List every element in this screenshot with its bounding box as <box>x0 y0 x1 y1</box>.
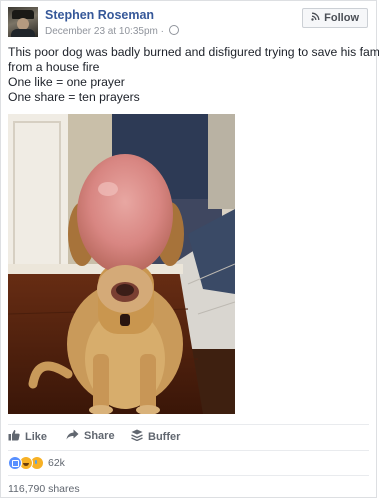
post-meta: December 23 at 10:35pm · <box>45 25 179 37</box>
buffer-stack-icon <box>131 429 143 444</box>
reaction-count: 62k <box>48 457 65 469</box>
like-button[interactable]: Like <box>8 429 47 444</box>
avatar[interactable] <box>8 7 38 37</box>
action-bar: Like Share Buffer <box>8 429 368 445</box>
like-label: Like <box>25 430 48 443</box>
share-button[interactable]: Share <box>66 429 115 443</box>
reactions-summary[interactable]: 62k <box>8 456 65 470</box>
share-label: Share <box>84 430 115 442</box>
post-text-line: One share = ten prayers <box>8 90 140 104</box>
post-text: This poor dog was badly burned and disfi… <box>8 45 379 105</box>
globe-icon <box>168 25 179 35</box>
share-count[interactable]: 116,790 shares <box>8 483 80 495</box>
share-arrow-icon <box>66 429 79 443</box>
divider <box>8 450 369 451</box>
like-reaction-icon <box>8 456 22 470</box>
buffer-button[interactable]: Buffer <box>131 429 180 444</box>
rss-icon <box>311 12 320 24</box>
post-text-line: from a house fire <box>8 60 100 74</box>
buffer-label: Buffer <box>148 430 181 443</box>
post-photo[interactable] <box>8 114 235 414</box>
post-card: Stephen Roseman December 23 at 10:35pm ·… <box>0 0 379 498</box>
divider <box>8 475 369 476</box>
author-name[interactable]: Stephen Roseman <box>45 8 154 22</box>
meta-separator: · <box>160 26 164 37</box>
dog-photo <box>8 114 235 414</box>
divider <box>8 424 369 425</box>
post-text-line: This poor dog was badly burned and disfi… <box>8 45 379 59</box>
follow-button[interactable]: Follow <box>302 8 368 28</box>
follow-label: Follow <box>324 12 359 24</box>
thumbs-up-icon <box>8 429 20 444</box>
post-text-line: One like = one prayer <box>8 75 125 89</box>
post-date[interactable]: December 23 at 10:35pm <box>45 26 158 37</box>
